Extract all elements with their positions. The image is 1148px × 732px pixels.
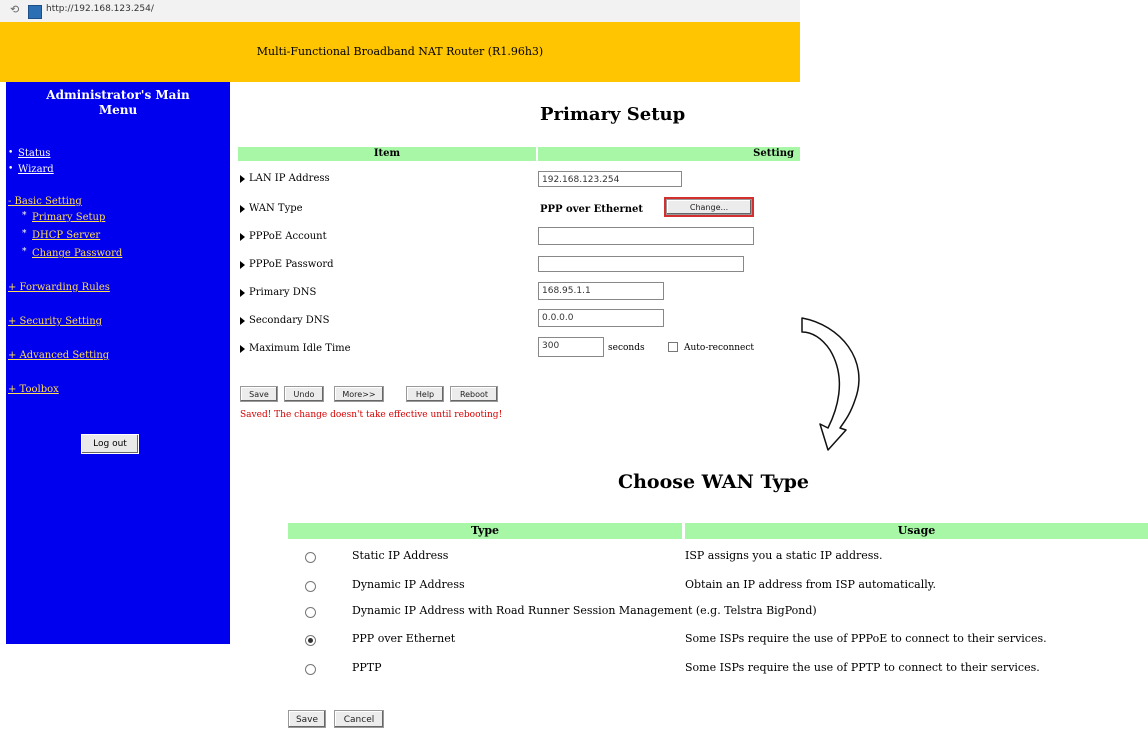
sidebar: Administrator's Main Menu • Status • Wiz… xyxy=(6,82,230,644)
triangle-right-icon xyxy=(240,288,245,297)
wan-option-radio[interactable] xyxy=(305,552,316,563)
save-button[interactable]: Save xyxy=(240,386,278,402)
sidebar-title-line1: Administrator's Main xyxy=(46,88,190,102)
wan-option-usage: Some ISPs require the use of PPTP to con… xyxy=(685,661,1040,674)
auto-reconnect-label: Auto-reconnect xyxy=(684,343,755,353)
sidebar-title: Administrator's Main Menu xyxy=(6,88,230,118)
row-primary-dns-label: Primary DNS xyxy=(240,287,316,298)
curved-arrow-icon xyxy=(801,317,860,451)
wan-option-type: Dynamic IP Address with Road Runner Sess… xyxy=(352,604,817,617)
change-wan-type-button[interactable]: Change... xyxy=(664,197,754,217)
lan-ip-label-text: LAN IP Address xyxy=(249,173,330,184)
wan-option-radio[interactable] xyxy=(305,635,316,646)
column-header-item: Item xyxy=(238,147,536,161)
back-arrow-icon[interactable]: ⟲ xyxy=(10,3,19,16)
wan-option-usage: Obtain an IP address from ISP automatica… xyxy=(685,578,936,591)
header-banner: Multi-Functional Broadband NAT Router (R… xyxy=(0,22,800,82)
max-idle-label-text: Maximum Idle Time xyxy=(249,343,351,354)
pppoe-account-label-text: PPPoE Account xyxy=(249,231,327,242)
wan-option-type: PPP over Ethernet xyxy=(352,632,456,645)
status-message: Saved! The change doesn't take effective… xyxy=(240,410,503,420)
bullet-icon: * xyxy=(22,211,27,221)
sidebar-title-line2: Menu xyxy=(98,103,138,117)
page-icon xyxy=(28,5,42,19)
sidebar-item-status[interactable]: Status xyxy=(18,148,50,159)
row-wan-type-label: WAN Type xyxy=(240,203,303,214)
address-bar: ⟲ http://192.168.123.254/ xyxy=(0,0,800,23)
wan-option-usage: ISP assigns you a static IP address. xyxy=(685,549,883,562)
choose-wan-title: Choose WAN Type xyxy=(618,471,809,493)
primary-dns-input[interactable]: 168.95.1.1 xyxy=(538,282,664,300)
column-header-usage: Usage xyxy=(685,523,1148,539)
triangle-right-icon xyxy=(240,232,245,241)
sidebar-item-forwarding-rules[interactable]: + Forwarding Rules xyxy=(8,282,110,293)
wan-option-type: Dynamic IP Address xyxy=(352,578,465,591)
sidebar-item-change-password[interactable]: Change Password xyxy=(32,248,122,259)
wan-option-type: Static IP Address xyxy=(352,549,449,562)
wan-option-usage: Some ISPs require the use of PPPoE to co… xyxy=(685,632,1047,645)
row-pppoe-account-label: PPPoE Account xyxy=(240,231,327,242)
seconds-unit: seconds xyxy=(608,343,645,353)
page-title: Primary Setup xyxy=(540,104,686,125)
row-pppoe-password-label: PPPoE Password xyxy=(240,259,334,270)
wan-option-radio[interactable] xyxy=(305,607,316,618)
banner-title: Multi-Functional Broadband NAT Router (R… xyxy=(256,45,544,58)
pppoe-password-label-text: PPPoE Password xyxy=(249,259,334,270)
reboot-button[interactable]: Reboot xyxy=(450,386,498,402)
pppoe-account-input[interactable] xyxy=(538,227,754,245)
column-header-setting: Setting xyxy=(538,147,800,161)
row-lan-ip-label: LAN IP Address xyxy=(240,173,330,184)
column-header-type: Type xyxy=(288,523,682,539)
secondary-dns-label-text: Secondary DNS xyxy=(249,315,330,326)
pppoe-password-input[interactable] xyxy=(538,256,744,272)
row-max-idle-label: Maximum Idle Time xyxy=(240,343,351,354)
triangle-right-icon xyxy=(240,316,245,325)
bullet-icon: * xyxy=(22,247,27,257)
sidebar-item-advanced-setting[interactable]: + Advanced Setting xyxy=(8,350,109,361)
max-idle-input[interactable]: 300 xyxy=(538,337,604,357)
sidebar-item-dhcp-server[interactable]: DHCP Server xyxy=(32,230,100,241)
wan-type-label-text: WAN Type xyxy=(249,203,303,214)
sidebar-item-toolbox[interactable]: + Toolbox xyxy=(8,384,59,395)
logout-button[interactable]: Log out xyxy=(81,434,139,454)
triangle-right-icon xyxy=(240,260,245,269)
bullet-icon: • xyxy=(8,164,14,174)
wan-option-type: PPTP xyxy=(352,661,382,674)
lan-ip-input[interactable]: 192.168.123.254 xyxy=(538,171,682,187)
triangle-right-icon xyxy=(240,174,245,183)
sidebar-item-basic-setting[interactable]: - Basic Setting xyxy=(8,196,82,207)
bullet-icon: • xyxy=(8,148,14,158)
sidebar-item-primary-setup[interactable]: Primary Setup xyxy=(32,212,105,223)
bullet-icon: * xyxy=(22,229,27,239)
wan-option-radio[interactable] xyxy=(305,664,316,675)
auto-reconnect-checkbox[interactable] xyxy=(668,342,678,352)
help-button[interactable]: Help xyxy=(406,386,444,402)
sidebar-item-wizard[interactable]: Wizard xyxy=(18,164,54,175)
row-secondary-dns-label: Secondary DNS xyxy=(240,315,329,326)
more-button[interactable]: More>> xyxy=(334,386,384,402)
wan-cancel-button[interactable]: Cancel xyxy=(334,710,384,728)
primary-dns-label-text: Primary DNS xyxy=(249,287,317,298)
url-field[interactable]: http://192.168.123.254/ xyxy=(46,4,154,14)
secondary-dns-input[interactable]: 0.0.0.0 xyxy=(538,309,664,327)
undo-button[interactable]: Undo xyxy=(284,386,324,402)
sidebar-item-security-setting[interactable]: + Security Setting xyxy=(8,316,102,327)
wan-option-radio[interactable] xyxy=(305,581,316,592)
wan-type-value: PPP over Ethernet xyxy=(540,204,644,215)
wan-save-button[interactable]: Save xyxy=(288,710,326,728)
triangle-right-icon xyxy=(240,344,245,353)
triangle-right-icon xyxy=(240,204,245,213)
